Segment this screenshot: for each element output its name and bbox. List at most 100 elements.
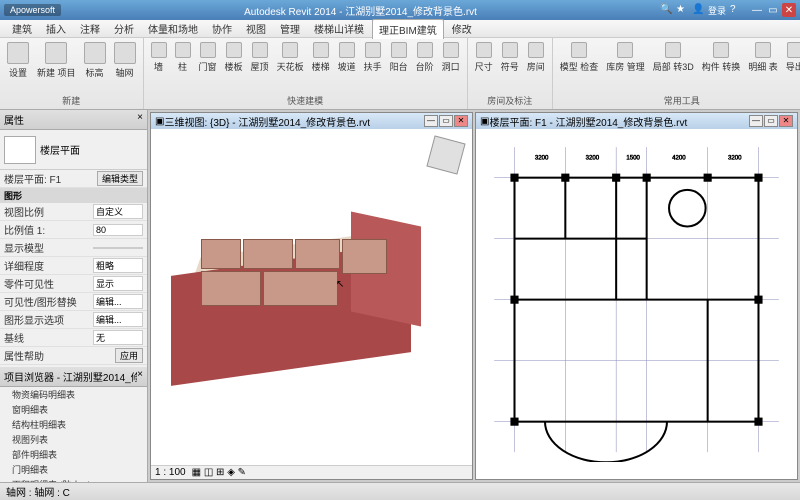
close-icon[interactable]: ×	[137, 369, 143, 384]
room-button[interactable]: 房间	[524, 40, 548, 93]
search-icon[interactable]: 🔍	[660, 4, 672, 16]
ramp-icon	[339, 42, 355, 58]
library-icon	[617, 42, 633, 58]
property-key: 视图比例	[4, 204, 93, 219]
tab-collaborate[interactable]: 协作	[206, 19, 238, 38]
schedule-icon	[755, 42, 771, 58]
stair-button[interactable]: 楼梯	[309, 40, 333, 93]
balcony-button[interactable]: 阳台	[387, 40, 411, 93]
browser-item[interactable]: 门明细表	[0, 462, 147, 477]
settings-button[interactable]: 设置	[4, 40, 32, 93]
property-row: 可见性/图形替换编辑...	[0, 293, 147, 311]
browser-item[interactable]: 结构柱明细表	[0, 417, 147, 432]
apply-button[interactable]: 应用	[115, 348, 143, 363]
browser-item[interactable]: 部件明细表	[0, 447, 147, 462]
property-value[interactable]	[93, 247, 143, 249]
roof-icon	[252, 42, 268, 58]
login-label[interactable]: 登录	[708, 4, 726, 16]
browser-item[interactable]: 物资编码明细表	[0, 387, 147, 402]
property-key: 图形显示选项	[4, 312, 93, 327]
tab-architecture[interactable]: 建筑	[6, 19, 38, 38]
floor-button[interactable]: 楼板	[222, 40, 246, 93]
properties-help[interactable]: 属性帮助	[4, 348, 115, 363]
local3d-icon	[665, 42, 681, 58]
browser-item[interactable]: 视图列表	[0, 432, 147, 447]
property-key: 比例值 1:	[4, 222, 93, 237]
instance-selector[interactable]: 楼层平面: F1	[4, 171, 97, 186]
level-button[interactable]: 标高	[81, 40, 109, 93]
minimize-button[interactable]: —	[749, 115, 763, 127]
project-browser: 物资编码明细表窗明细表结构柱明细表视图列表部件明细表门明细表面积明细表 (防火.…	[0, 387, 147, 482]
export-icon	[787, 42, 800, 58]
new-project-button[interactable]: 新建 项目	[34, 40, 79, 93]
help-icon[interactable]: ?	[730, 4, 742, 16]
column-button[interactable]: 柱	[172, 40, 194, 93]
minimize-button[interactable]: —	[750, 3, 764, 17]
left-panel: 属性 × 楼层平面 楼层平面: F1 编辑类型 图形 视图比例自定义比例值 1:…	[0, 110, 148, 482]
ramp-button[interactable]: 坡道	[335, 40, 359, 93]
balcony-icon	[391, 42, 407, 58]
tab-insert[interactable]: 插入	[40, 19, 72, 38]
property-key: 显示模型	[4, 240, 93, 255]
maximize-button[interactable]: ▭	[439, 115, 453, 127]
type-selector[interactable]: 楼层平面	[0, 130, 147, 170]
step-button[interactable]: 台阶	[413, 40, 437, 93]
symbol-button[interactable]: 符号	[498, 40, 522, 93]
minimize-button[interactable]: —	[424, 115, 438, 127]
ribbon-group-tools: 模型 检查 库房 管理 局部 转3D 构件 转换 明细 表 导出 常用工具	[553, 38, 800, 109]
maximize-button[interactable]: ▭	[764, 115, 778, 127]
railing-icon	[365, 42, 381, 58]
close-button[interactable]: ✕	[779, 115, 793, 127]
type-thumbnail-icon	[4, 136, 36, 164]
property-value[interactable]: 编辑...	[93, 294, 143, 309]
model-check-button[interactable]: 模型 检查	[557, 40, 602, 93]
svg-text:4200: 4200	[672, 154, 686, 161]
tab-modify[interactable]: 修改	[446, 19, 478, 38]
roof-button[interactable]: 屋顶	[248, 40, 272, 93]
opening-button[interactable]: 洞口	[439, 40, 463, 93]
browser-item[interactable]: 面积明细表 (防火...)	[0, 477, 147, 482]
library-button[interactable]: 库房 管理	[603, 40, 648, 93]
canvas-plan[interactable]: 3200 3200 1500 4200 3200	[476, 129, 797, 479]
export-button[interactable]: 导出	[783, 40, 800, 93]
railing-button[interactable]: 扶手	[361, 40, 385, 93]
ribbon-group-room: 尺寸 符号 房间 房间及标注	[468, 38, 553, 109]
schedule-button[interactable]: 明细 表	[745, 40, 781, 93]
tab-analyze[interactable]: 分析	[108, 19, 140, 38]
door-window-button[interactable]: 门窗	[196, 40, 220, 93]
tab-view[interactable]: 视图	[240, 19, 272, 38]
property-value[interactable]: 无	[93, 330, 143, 345]
wall-button[interactable]: 墙	[148, 40, 170, 93]
view-controls[interactable]: ▦ ◫ ⊞ ◈ ✎	[192, 467, 246, 478]
close-icon[interactable]: ×	[137, 112, 143, 127]
tab-stair[interactable]: 楼梯山详模	[308, 19, 370, 38]
property-value[interactable]: 粗略	[93, 258, 143, 273]
viewport-3d: ▣ 三维视图: {3D} - 江湖别墅2014_修改背景色.rvt — ▭ ✕	[150, 112, 473, 480]
tab-massing[interactable]: 体量和场地	[142, 19, 204, 38]
tab-manage[interactable]: 管理	[274, 19, 306, 38]
viewcube[interactable]	[426, 135, 465, 174]
maximize-button[interactable]: ▭	[766, 3, 780, 17]
browser-item[interactable]: 窗明细表	[0, 402, 147, 417]
edit-type-button[interactable]: 编辑类型	[97, 171, 143, 186]
tab-lizheng-bim[interactable]: 理正BIM建筑	[372, 19, 444, 39]
property-row: 基线无	[0, 329, 147, 347]
local3d-button[interactable]: 局部 转3D	[650, 40, 697, 93]
canvas-3d[interactable]: ↖	[151, 129, 472, 465]
property-value[interactable]: 显示	[93, 276, 143, 291]
user-icon[interactable]: 👤	[692, 4, 704, 16]
property-key: 详细程度	[4, 258, 93, 273]
star-icon[interactable]: ★	[676, 4, 688, 16]
tab-annotate[interactable]: 注释	[74, 19, 106, 38]
grid-button[interactable]: 轴网	[111, 40, 139, 93]
ceiling-button[interactable]: 天花板	[274, 40, 307, 93]
close-button[interactable]: ✕	[782, 3, 796, 17]
dimension-button[interactable]: 尺寸	[472, 40, 496, 93]
property-row: 图形显示选项编辑...	[0, 311, 147, 329]
convert-button[interactable]: 构件 转换	[699, 40, 744, 93]
property-value[interactable]: 自定义	[93, 204, 143, 219]
viewport-plan: ▣ 楼层平面: F1 - 江湖别墅2014_修改背景色.rvt — ▭ ✕	[475, 112, 798, 480]
close-button[interactable]: ✕	[454, 115, 468, 127]
property-value[interactable]: 80	[93, 224, 143, 236]
property-value[interactable]: 编辑...	[93, 312, 143, 327]
